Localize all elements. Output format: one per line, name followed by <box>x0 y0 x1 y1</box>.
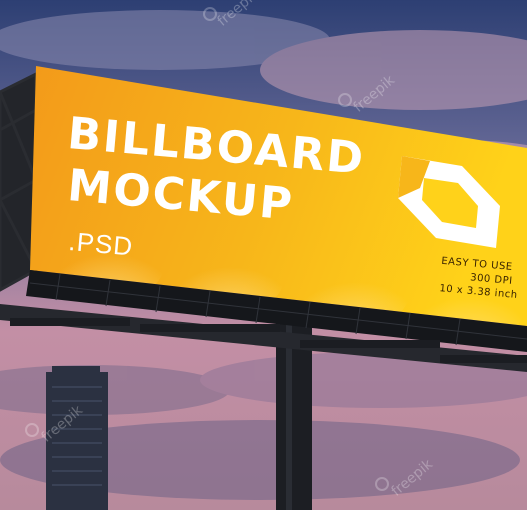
distant-building <box>46 366 108 510</box>
billboard-scene <box>0 0 527 510</box>
